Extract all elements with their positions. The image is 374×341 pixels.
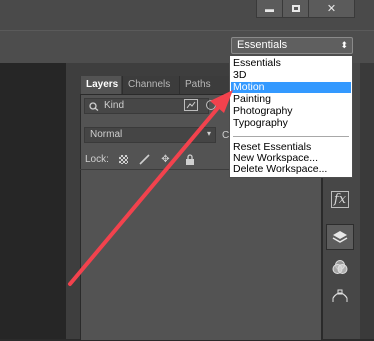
annotation-arrow <box>68 90 233 286</box>
